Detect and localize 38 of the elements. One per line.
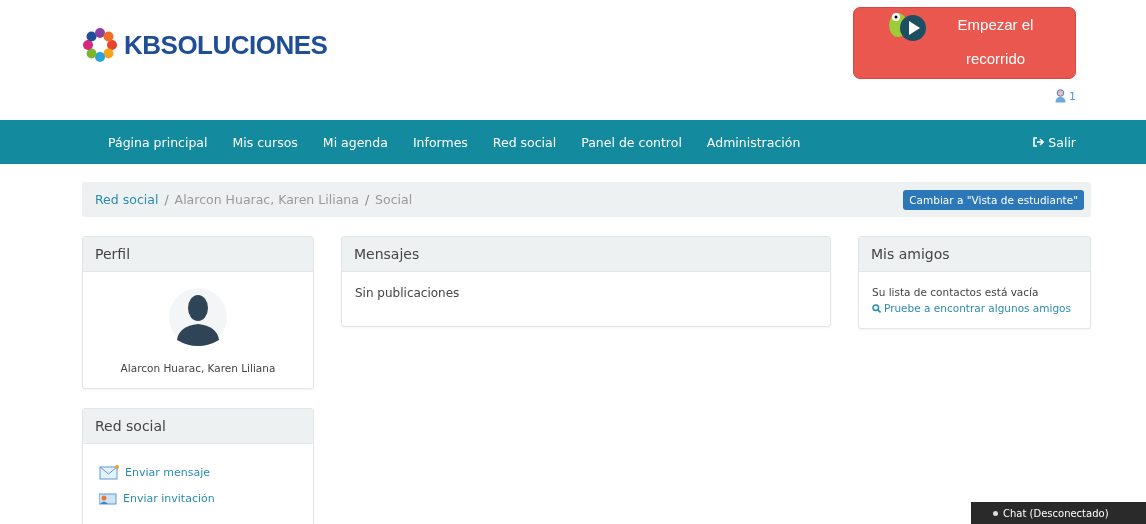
nav-item[interactable]: Mis cursos [232, 134, 298, 150]
card-title: Perfil [83, 237, 313, 272]
nav-item[interactable]: Panel de control [581, 134, 682, 150]
invitation-icon [99, 492, 117, 505]
search-icon [872, 303, 881, 313]
chat-bar[interactable]: Chat (Desconectado) [971, 502, 1146, 524]
nav-item[interactable]: Mi agenda [322, 134, 388, 150]
avatar-icon [169, 288, 227, 346]
logout-icon [1033, 137, 1045, 147]
mascot-play-icon [888, 11, 928, 43]
notification-count: 1 [1069, 89, 1076, 103]
nav-item[interactable]: Página principal [108, 134, 208, 150]
card-title: Mis amigos [859, 237, 1090, 272]
envelope-icon [99, 464, 119, 480]
student-view-button[interactable]: Cambiar a "Vista de estudiante" [903, 189, 1084, 210]
logo-icon [82, 27, 118, 63]
tour-button[interactable]: Empezar el recorrido [853, 7, 1076, 79]
send-message-link[interactable]: Enviar mensaje [99, 464, 297, 480]
empty-messages-text: Sin publicaciones [355, 286, 460, 300]
logout-link[interactable]: Salir [1033, 134, 1076, 150]
breadcrumb-link[interactable]: Red social [95, 192, 159, 207]
card-title: Red social [83, 409, 313, 444]
user-icon[interactable] [1055, 89, 1066, 103]
nav-item[interactable]: Administración [706, 134, 801, 150]
empty-friends-text: Su lista de contactos está vacía [872, 286, 1040, 298]
send-invitation-link[interactable]: Enviar invitación [99, 492, 297, 505]
find-friends-link[interactable]: Pruebe a encontrar algunos amigos [872, 302, 1077, 314]
breadcrumb-item: Alarcon Huarac, Karen Liliana [174, 192, 359, 207]
nav-item[interactable]: Informes [412, 134, 468, 150]
status-dot-icon [993, 510, 998, 516]
logo-text: KBSOLUCIONES [124, 29, 328, 61]
chat-status-label: Chat (Desconectado) [1003, 507, 1109, 519]
nav-item[interactable]: Red social [492, 134, 557, 150]
breadcrumb-separator: / [364, 192, 370, 207]
profile-name: Alarcon Huarac, Karen Liliana [120, 362, 276, 374]
breadcrumb-separator: / [164, 192, 169, 207]
breadcrumb-item: Social [375, 192, 413, 207]
card-title: Mensajes [342, 237, 830, 272]
